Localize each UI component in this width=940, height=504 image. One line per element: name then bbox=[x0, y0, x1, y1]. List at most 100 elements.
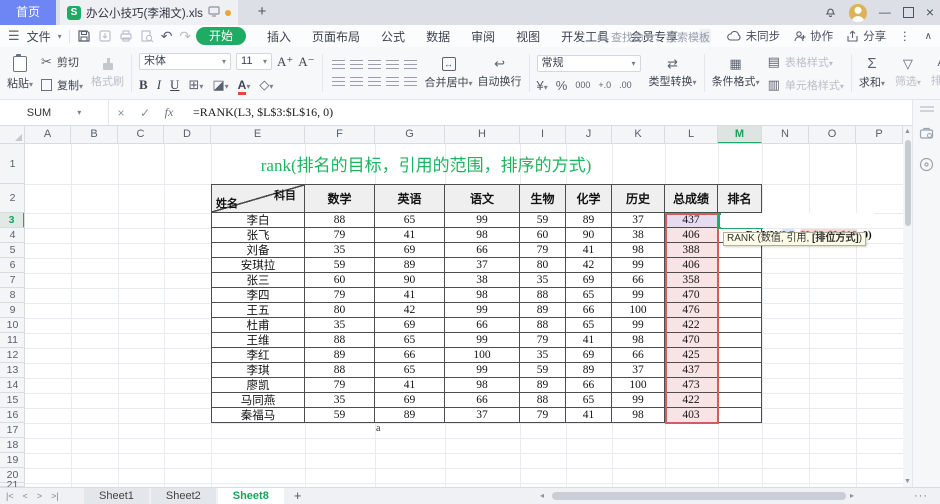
cell-name[interactable]: 张飞 bbox=[211, 228, 305, 243]
cell-score[interactable]: 41 bbox=[375, 228, 445, 243]
cell-score[interactable]: 79 bbox=[305, 228, 375, 243]
cell-rank[interactable] bbox=[718, 258, 762, 273]
restore-button[interactable] bbox=[903, 7, 914, 18]
cell-score[interactable]: 66 bbox=[445, 393, 520, 408]
sum-button[interactable]: Σ 求和▾ bbox=[859, 50, 885, 96]
table-header-7[interactable]: 总成绩 bbox=[665, 184, 718, 213]
fill-color-button[interactable]: ◪▾ bbox=[212, 78, 228, 92]
more-icon[interactable]: ⋮ bbox=[899, 29, 912, 43]
toolbox-icon[interactable] bbox=[919, 126, 934, 143]
share-button[interactable]: 分享 bbox=[846, 28, 886, 44]
cell-score[interactable]: 66 bbox=[445, 243, 520, 258]
cell-total[interactable]: 437 bbox=[665, 363, 718, 378]
select-all-corner[interactable] bbox=[0, 126, 25, 144]
column-header-A[interactable]: A bbox=[25, 126, 71, 144]
cell-score[interactable]: 89 bbox=[566, 363, 612, 378]
cell-score[interactable]: 88 bbox=[520, 393, 566, 408]
cell-score[interactable]: 100 bbox=[445, 348, 520, 363]
cell-score[interactable]: 100 bbox=[612, 303, 665, 318]
type-convert-button[interactable]: ⇄ 类型转换▾ bbox=[649, 50, 697, 96]
cell-rank[interactable] bbox=[718, 318, 762, 333]
cell-score[interactable]: 98 bbox=[612, 408, 665, 423]
tab-formulas[interactable]: 公式 bbox=[381, 28, 405, 45]
cell-score[interactable]: 99 bbox=[612, 318, 665, 333]
scroll-up-icon[interactable]: ▲ bbox=[903, 128, 912, 135]
sheet-tab-Sheet2[interactable]: Sheet2 bbox=[151, 488, 216, 504]
cell-score[interactable]: 89 bbox=[375, 408, 445, 423]
cell-name[interactable]: 王维 bbox=[211, 333, 305, 348]
cell-score[interactable]: 99 bbox=[612, 288, 665, 303]
cell-score[interactable]: 90 bbox=[375, 273, 445, 288]
merge-center-button[interactable]: ↔ 合并居中▾ bbox=[425, 50, 473, 96]
cell-score[interactable]: 80 bbox=[305, 303, 375, 318]
row-header-18[interactable]: 18 bbox=[0, 438, 25, 453]
cell-rank[interactable] bbox=[718, 348, 762, 363]
cell-score[interactable]: 80 bbox=[520, 258, 566, 273]
cell-score[interactable]: 37 bbox=[612, 213, 665, 228]
cell-score[interactable]: 98 bbox=[445, 288, 520, 303]
cell-score[interactable]: 65 bbox=[566, 393, 612, 408]
insert-function-icon[interactable]: fx bbox=[157, 105, 181, 120]
cell-score[interactable]: 41 bbox=[375, 288, 445, 303]
column-header-B[interactable]: B bbox=[71, 126, 118, 144]
cell-total[interactable]: 476 bbox=[665, 303, 718, 318]
cell-score[interactable]: 65 bbox=[566, 288, 612, 303]
cell-score[interactable]: 37 bbox=[612, 363, 665, 378]
cell-score[interactable]: 66 bbox=[445, 318, 520, 333]
column-header-J[interactable]: J bbox=[566, 126, 612, 144]
cell-score[interactable]: 88 bbox=[305, 363, 375, 378]
cell-score[interactable]: 69 bbox=[375, 318, 445, 333]
table-corner-cell[interactable]: 科目姓名 bbox=[211, 184, 305, 213]
close-button[interactable]: × bbox=[926, 0, 934, 25]
cell-score[interactable]: 42 bbox=[375, 303, 445, 318]
cell-score[interactable]: 65 bbox=[375, 363, 445, 378]
cell-score[interactable]: 35 bbox=[305, 393, 375, 408]
cell-score[interactable]: 89 bbox=[520, 378, 566, 393]
format-painter-button[interactable]: 格式刷 bbox=[91, 50, 124, 96]
minimize-button[interactable]: — bbox=[879, 0, 891, 25]
cell-score[interactable]: 90 bbox=[566, 228, 612, 243]
cell-score[interactable]: 60 bbox=[305, 273, 375, 288]
tab-page-layout[interactable]: 页面布局 bbox=[312, 28, 360, 45]
cell-score[interactable]: 69 bbox=[375, 243, 445, 258]
column-header-I[interactable]: I bbox=[520, 126, 566, 144]
help-icon[interactable] bbox=[919, 157, 934, 175]
cell-total[interactable]: 422 bbox=[665, 318, 718, 333]
cell-score[interactable]: 60 bbox=[520, 228, 566, 243]
cell-score[interactable]: 59 bbox=[520, 213, 566, 228]
underline-button[interactable]: U bbox=[170, 77, 179, 93]
scroll-down-icon[interactable]: ▼ bbox=[903, 478, 912, 485]
align-center-icon[interactable] bbox=[350, 77, 363, 86]
cell-name[interactable]: 马同燕 bbox=[211, 393, 305, 408]
conditional-format-button[interactable]: ▦ 条件格式▾ bbox=[712, 50, 760, 96]
cell-score[interactable]: 100 bbox=[612, 378, 665, 393]
cell-rank[interactable] bbox=[718, 303, 762, 318]
undo-icon[interactable]: ↶ bbox=[161, 28, 173, 45]
scroll-left-icon[interactable]: ◂ bbox=[540, 491, 544, 500]
cell-score[interactable]: 66 bbox=[612, 348, 665, 363]
cell-name[interactable]: 张三 bbox=[211, 273, 305, 288]
cell-score[interactable]: 38 bbox=[445, 273, 520, 288]
cell-name[interactable]: 秦福马 bbox=[211, 408, 305, 423]
row-header-13[interactable]: 13 bbox=[0, 363, 25, 378]
status-more-button[interactable]: ··· bbox=[914, 488, 928, 504]
cell-score[interactable]: 65 bbox=[375, 213, 445, 228]
row-header-2[interactable]: 2 bbox=[0, 184, 25, 213]
cell-total[interactable]: 406 bbox=[665, 258, 718, 273]
formula-input[interactable]: =RANK(L3, $L$3:$L$16, 0) bbox=[181, 105, 333, 120]
sheet-tab-Sheet1[interactable]: Sheet1 bbox=[84, 488, 149, 504]
cell-total[interactable]: 470 bbox=[665, 333, 718, 348]
name-box[interactable]: SUM▾ bbox=[0, 100, 109, 125]
cell-score[interactable]: 42 bbox=[566, 258, 612, 273]
tab-review[interactable]: 审阅 bbox=[471, 28, 495, 45]
row-header-4[interactable]: 4 bbox=[0, 228, 25, 243]
horizontal-scroll-thumb[interactable] bbox=[552, 492, 846, 500]
cell-name[interactable]: 王五 bbox=[211, 303, 305, 318]
column-header-E[interactable]: E bbox=[211, 126, 305, 144]
cell-score[interactable]: 38 bbox=[612, 228, 665, 243]
table-header-4[interactable]: 生物 bbox=[520, 184, 566, 213]
tab-insert[interactable]: 插入 bbox=[267, 28, 291, 45]
row-header-1[interactable]: 1 bbox=[0, 144, 25, 184]
cell-score[interactable]: 66 bbox=[566, 303, 612, 318]
paste-button[interactable]: 粘贴▾ bbox=[7, 50, 33, 96]
